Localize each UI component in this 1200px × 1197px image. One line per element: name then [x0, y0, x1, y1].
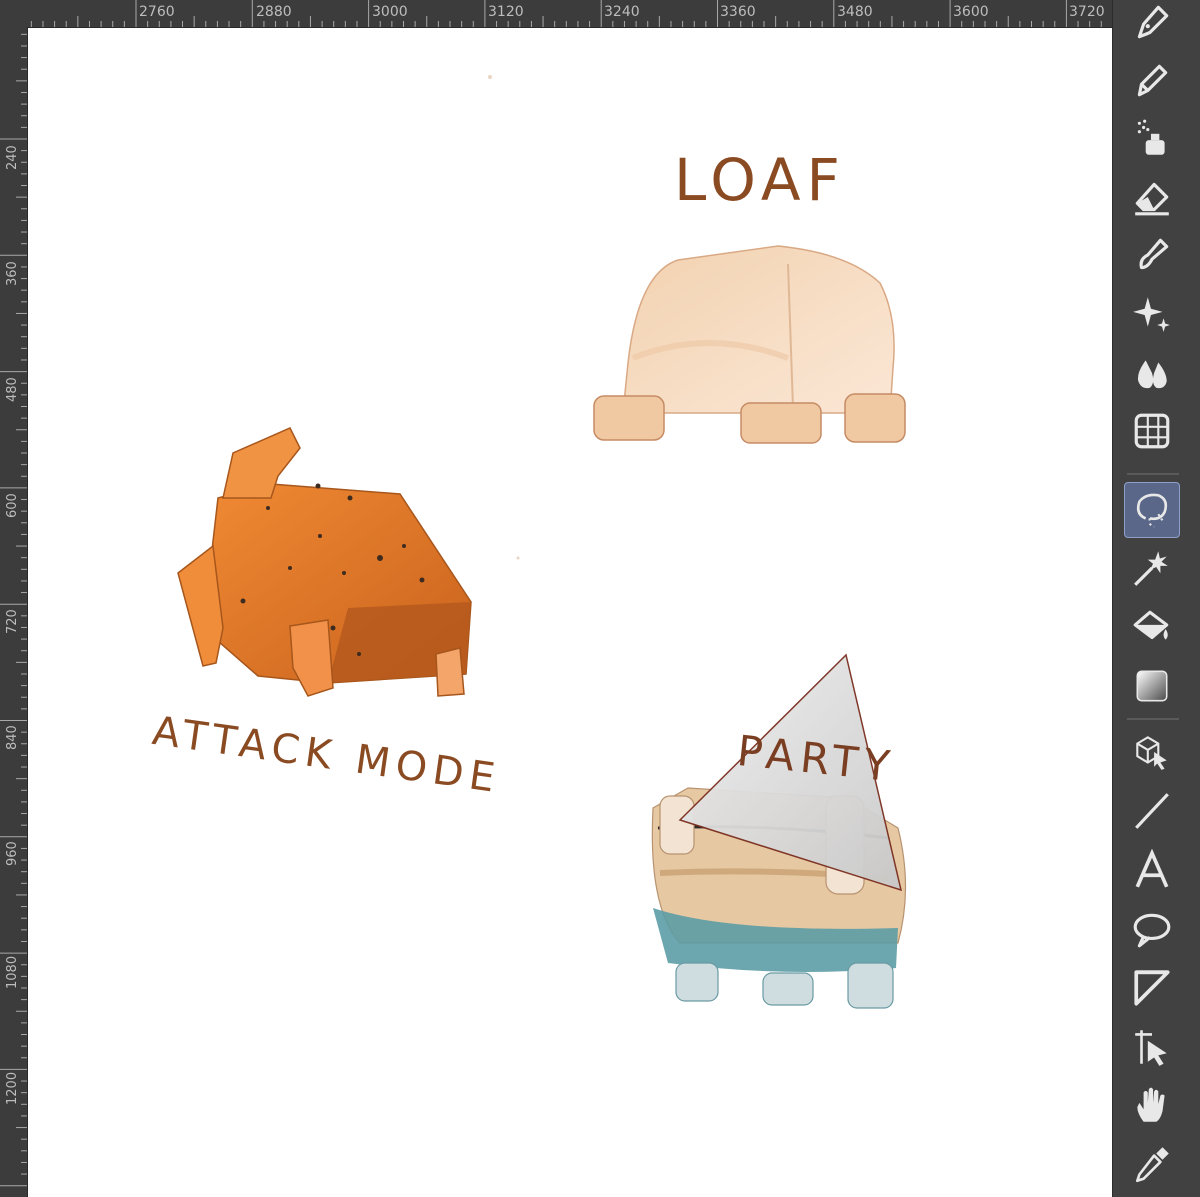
ruler-label: 2880 — [256, 4, 292, 20]
attack-mode-sketch — [177, 427, 472, 697]
ruler-tool[interactable] — [1125, 961, 1179, 1015]
text-tool[interactable] — [1125, 843, 1179, 897]
ruler-label: 1080 — [5, 955, 20, 989]
ruler-label: 3480 — [837, 4, 873, 20]
decoration-tool[interactable] — [1125, 287, 1179, 341]
hand-tool[interactable] — [1125, 1078, 1179, 1132]
stray-mark — [488, 75, 492, 79]
ruler-label: 720 — [5, 609, 20, 634]
ruler-label: 600 — [5, 493, 20, 518]
pencil-tool[interactable] — [1125, 53, 1179, 107]
airbrush-icon — [1137, 119, 1165, 155]
sparkle-icon — [1133, 297, 1170, 332]
object-select-icon — [1136, 736, 1167, 770]
ruler-label: 3360 — [720, 4, 756, 20]
vertical-ruler[interactable]: 240 360 480 600 720 840 960 1080 1200 — [0, 27, 28, 1197]
pen-nib-icon — [1137, 5, 1169, 39]
toolbar-separator — [1127, 473, 1179, 475]
line-icon — [1135, 793, 1169, 829]
label-loaf: LOAF — [674, 146, 846, 214]
text-icon — [1135, 849, 1169, 888]
hand-icon — [1137, 1087, 1165, 1122]
eraser-icon — [1135, 182, 1169, 216]
ruler-label: 3120 — [488, 4, 524, 20]
magic-wand-icon — [1134, 551, 1168, 586]
ruler-label: 3240 — [604, 4, 640, 20]
ruler-label: 3600 — [953, 4, 989, 20]
frame-grid-icon — [1134, 413, 1170, 449]
drawing-canvas[interactable]: LOAF ATTACK MODE PARTY — [28, 28, 1112, 1197]
gradient-tool[interactable] — [1125, 659, 1179, 713]
balloon-tool[interactable] — [1125, 902, 1179, 956]
airbrush-tool[interactable] — [1125, 111, 1179, 165]
tool-palette — [1112, 0, 1200, 1197]
figure-tool[interactable] — [1125, 784, 1179, 838]
gradient-icon — [1136, 670, 1168, 702]
brush-icon — [1139, 238, 1169, 270]
move-layer-icon — [1135, 1030, 1167, 1066]
blend-drops-icon — [1137, 360, 1167, 389]
eyedropper-tool[interactable] — [1125, 1137, 1179, 1191]
pen-tool[interactable] — [1125, 0, 1179, 49]
ruler-label: 840 — [5, 725, 20, 750]
fill-tool[interactable] — [1125, 600, 1179, 654]
ruler-label: 960 — [5, 841, 20, 866]
toolbar-separator — [1127, 718, 1179, 720]
ruler-label: 2760 — [139, 4, 175, 20]
horizontal-ruler[interactable]: 2760 2880 3000 3120 3240 3360 3480 3600 … — [0, 0, 1112, 28]
speech-balloon-icon — [1133, 913, 1171, 948]
eyedropper-icon — [1135, 1147, 1169, 1183]
party-sketch — [651, 653, 907, 1009]
ruler-label: 240 — [5, 145, 20, 170]
canvas-artwork — [177, 75, 907, 1009]
stray-mark — [516, 556, 520, 560]
selection-tool[interactable] — [1124, 482, 1180, 538]
paint-bucket-icon — [1133, 610, 1169, 640]
operation-tool[interactable] — [1125, 725, 1179, 779]
loaf-sketch — [593, 245, 906, 444]
move-layer-tool[interactable] — [1125, 1020, 1179, 1074]
ruler-label: 480 — [5, 377, 20, 402]
frame-border-tool[interactable] — [1125, 404, 1179, 458]
brush-tool[interactable] — [1125, 228, 1179, 282]
ruler-label: 3720 — [1069, 4, 1105, 20]
eraser-tool[interactable] — [1125, 170, 1179, 224]
ruler-label: 360 — [5, 261, 20, 286]
lasso-icon — [1136, 493, 1168, 528]
ruler-corner — [0, 0, 27, 27]
ruler-label: 1200 — [5, 1071, 20, 1105]
pencil-icon — [1137, 64, 1168, 97]
blend-tool[interactable] — [1125, 346, 1179, 400]
ruler-triangle-icon — [1134, 970, 1170, 1006]
ruler-label: 3000 — [372, 4, 408, 20]
auto-select-tool[interactable] — [1125, 541, 1179, 595]
